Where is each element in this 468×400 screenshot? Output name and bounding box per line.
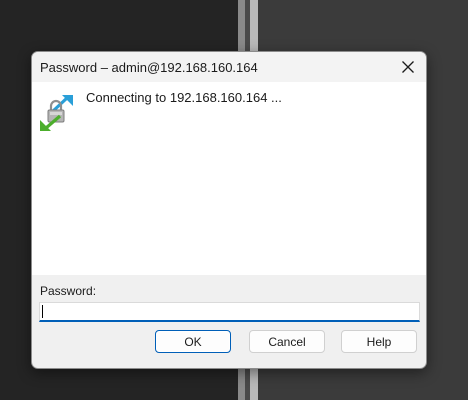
password-label: Password:: [40, 284, 97, 298]
close-button[interactable]: [394, 54, 422, 80]
connection-status-text: Connecting to 192.168.160.164 ...: [86, 90, 282, 105]
password-dialog: Password – admin@192.168.160.164 Connect…: [31, 51, 427, 369]
dialog-titlebar[interactable]: Password – admin@192.168.160.164: [32, 52, 426, 82]
cancel-button[interactable]: Cancel: [249, 330, 325, 353]
text-caret: [42, 305, 43, 318]
password-input[interactable]: [39, 302, 420, 322]
dialog-content: Connecting to 192.168.160.164 ...: [32, 82, 426, 275]
close-icon: [402, 61, 414, 73]
desktop-background: Password – admin@192.168.160.164 Connect…: [0, 0, 468, 400]
dialog-title: Password – admin@192.168.160.164: [40, 60, 258, 75]
ok-button[interactable]: OK: [155, 330, 231, 353]
secure-connection-icon: [40, 95, 73, 131]
help-button[interactable]: Help: [341, 330, 417, 353]
